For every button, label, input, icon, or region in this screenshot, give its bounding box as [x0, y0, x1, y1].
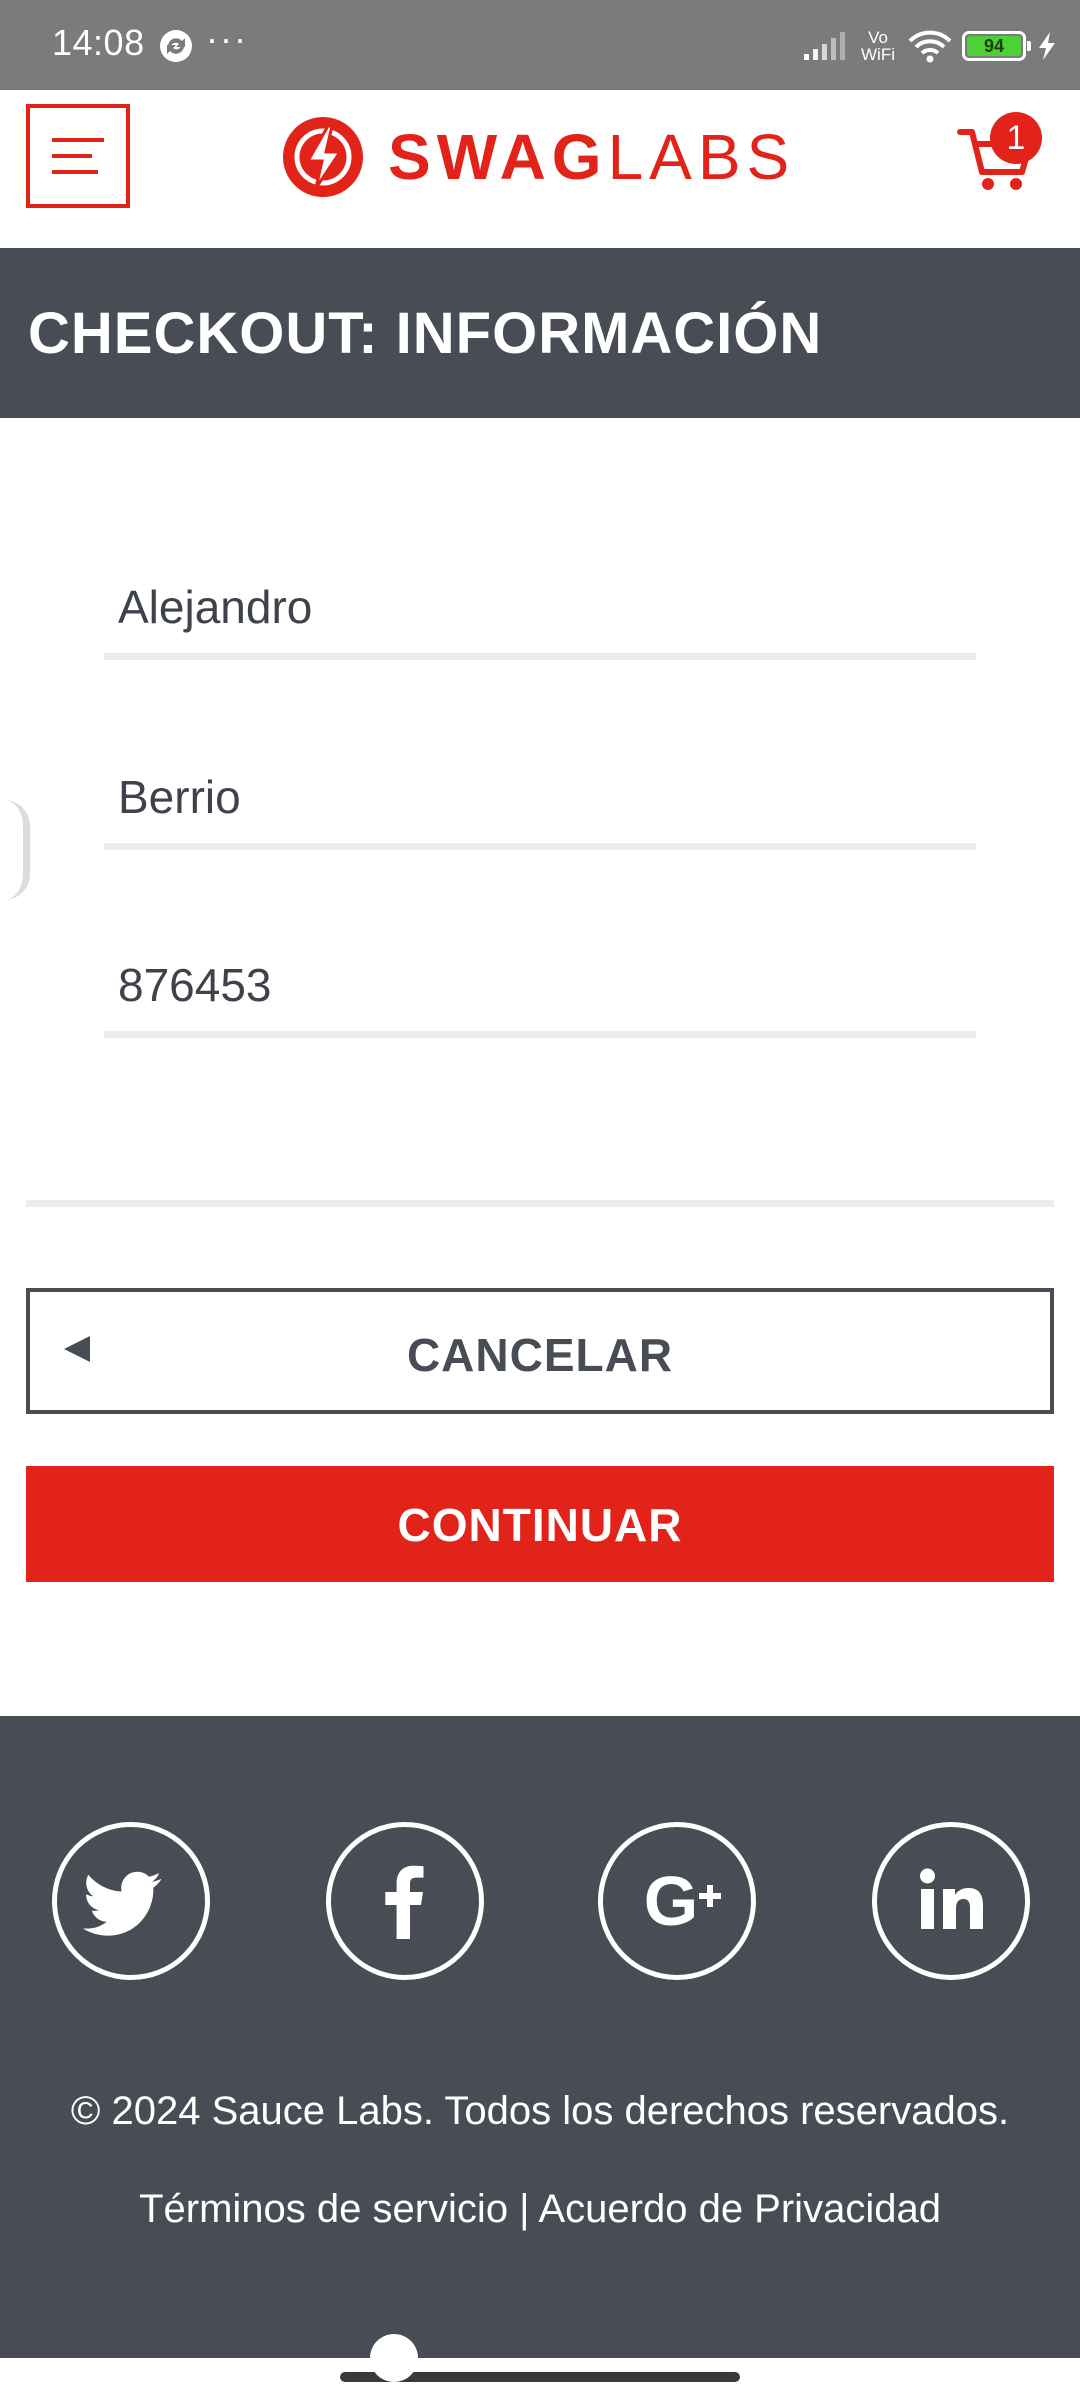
app-sync-icon — [160, 30, 192, 62]
first-name-input[interactable] — [116, 572, 956, 642]
status-bar: 14:08 ··· Vo WiFi 94 — [0, 0, 1080, 90]
status-icons: Vo WiFi 94 — [802, 24, 1058, 68]
facebook-button[interactable] — [326, 1822, 484, 1980]
facebook-icon — [385, 1865, 424, 1939]
legal-links[interactable]: Términos de servicio | Acuerdo de Privac… — [40, 2184, 1040, 2234]
more-notifications: ··· — [206, 18, 248, 59]
footer: G © 2024 Sauce Labs. Todos los derechos … — [0, 1716, 1080, 2358]
menu-icon — [52, 138, 104, 174]
system-nav-area — [0, 2358, 1080, 2400]
swag-labs-logo: SWAGLABS — [282, 112, 795, 202]
charging-bolt-icon — [1039, 32, 1055, 60]
title-band: CHECKOUT: INFORMACIÓN — [0, 248, 1080, 418]
edge-swipe-handle — [4, 800, 30, 900]
logo-bolt-icon — [283, 117, 363, 197]
signal-icon — [804, 32, 845, 60]
google-plus-button[interactable]: G — [598, 1822, 756, 1980]
continue-label: CONTINUAR — [397, 1499, 683, 1551]
linkedin-button[interactable] — [872, 1822, 1030, 1980]
vowifi-label: Vo WiFi — [861, 28, 895, 64]
twitter-button[interactable] — [52, 1822, 210, 1980]
last-name-input[interactable] — [116, 762, 956, 832]
battery-level: 94 — [967, 36, 1021, 56]
postal-code-field — [104, 928, 976, 1038]
cancel-label: CANCELAR — [406, 1329, 674, 1381]
first-name-field — [104, 550, 976, 660]
status-time: 14:08 — [52, 22, 145, 63]
wifi-icon — [908, 30, 952, 63]
continue-button[interactable]: CONTINUAR — [26, 1466, 1054, 1582]
battery-icon: 94 — [962, 31, 1031, 61]
menu-button[interactable] — [26, 104, 130, 208]
last-name-field — [104, 740, 976, 850]
logo-text: SWAGLABS — [388, 121, 796, 193]
app-header: SWAGLABS 1 — [0, 90, 1080, 248]
scroll-indicator — [370, 2334, 418, 2382]
twitter-icon — [82, 1871, 162, 1936]
copyright-text: © 2024 Sauce Labs. Todos los derechos re… — [70, 2089, 1010, 2133]
svg-text:G: G — [644, 1862, 698, 1940]
cancel-button[interactable]: CANCELAR — [26, 1288, 1054, 1414]
page-title: CHECKOUT: INFORMACIÓN — [28, 301, 823, 366]
linkedin-icon — [920, 1868, 983, 1929]
postal-code-input[interactable] — [116, 950, 956, 1020]
google-plus-icon: G — [644, 1862, 721, 1940]
cart-badge: 1 — [990, 112, 1042, 164]
form-divider — [26, 1200, 1054, 1207]
